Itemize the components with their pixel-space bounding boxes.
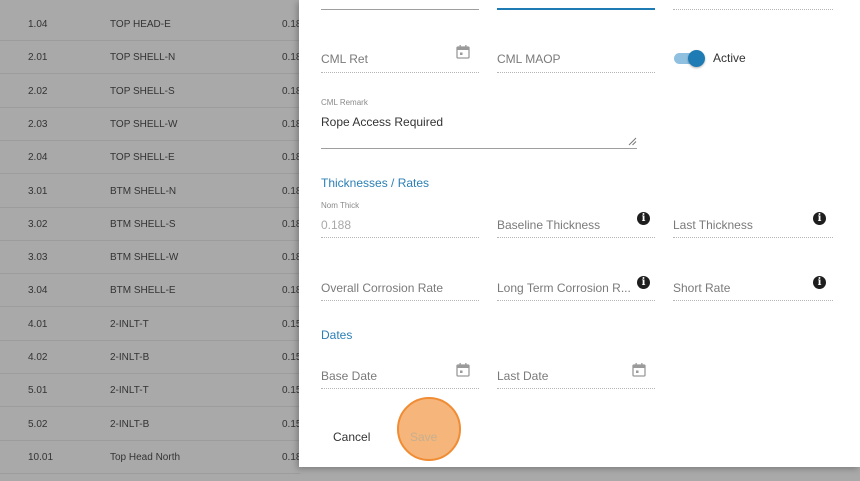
table-cell-id: 3.02 xyxy=(28,218,48,230)
cml-remark-textarea[interactable]: CML Remark Rope Access Required xyxy=(321,96,637,149)
info-icon[interactable]: i xyxy=(637,276,650,289)
table-row[interactable]: 5.01 2-INLT-T 0.15 xyxy=(0,373,301,408)
table-cell-id: 5.02 xyxy=(28,418,48,430)
last-thickness-field[interactable]: Last Thickness i xyxy=(673,198,833,238)
table-row[interactable]: 3.04 BTM SHELL-E 0.18 xyxy=(0,273,301,308)
table-cell-name: TOP SHELL-W xyxy=(110,118,178,130)
nom-thick-label: Nom Thick xyxy=(321,201,360,210)
resize-handle-icon[interactable] xyxy=(628,137,637,146)
overall-corrosion-rate-field[interactable]: Overall Corrosion Rate xyxy=(321,262,479,301)
table-cell-name: BTM SHELL-W xyxy=(110,252,179,264)
last-date-field[interactable]: Last Date xyxy=(497,353,655,389)
active-label: Active xyxy=(713,51,746,65)
table-cell-id: 2.04 xyxy=(28,152,48,164)
table-cell-name: Top Head North xyxy=(110,451,181,463)
table-cell-name: TOP SHELL-N xyxy=(110,52,176,64)
table-cell-id: 2.02 xyxy=(28,85,48,97)
cml-edit-dialog: CML Ret CML MAOP Active CML Remark Rope … xyxy=(299,0,860,467)
nom-thick-value: 0.188 xyxy=(321,218,352,232)
thickness-section-title: Thicknesses / Rates xyxy=(321,176,430,190)
overall-corrosion-rate-label: Overall Corrosion Rate xyxy=(321,281,444,295)
cml-maop-field[interactable]: CML MAOP xyxy=(497,38,655,73)
last-date-label: Last Date xyxy=(497,369,549,383)
table-row[interactable]: 2.02 TOP SHELL-S 0.18 xyxy=(0,74,301,108)
table-row[interactable]: 5.02 2-INLT-B 0.15 xyxy=(0,407,301,441)
table-cell-id: 2.03 xyxy=(28,118,48,130)
cml-remark-value: Rope Access Required xyxy=(321,115,444,129)
table-cell-name: BTM SHELL-N xyxy=(110,185,177,197)
table-cell-name: 2-INLT-T xyxy=(110,385,149,397)
table-row[interactable]: 3.02 BTM SHELL-S 0.18 xyxy=(0,207,301,241)
table-cell-name: 2-INLT-T xyxy=(110,318,149,330)
active-toggle-thumb[interactable] xyxy=(688,50,705,67)
table-cell-id: 3.04 xyxy=(28,285,48,297)
table-cell-name: 2-INLT-B xyxy=(110,352,150,363)
click-highlight xyxy=(397,397,461,461)
base-date-label: Base Date xyxy=(321,369,378,383)
long-term-corrosion-rate-label: Long Term Corrosion R... xyxy=(497,281,631,295)
table-row[interactable]: 3.01 BTM SHELL-N 0.18 xyxy=(0,174,301,208)
info-icon[interactable]: i xyxy=(813,276,826,289)
table-row[interactable]: 10.01 Top Head North 0.18 xyxy=(0,440,301,474)
table-cell-name: 2-INLT-B xyxy=(110,418,150,430)
table-cell-id: 10.01 xyxy=(28,451,54,463)
table-cell-id: 1.04 xyxy=(28,19,48,30)
calendar-icon[interactable] xyxy=(455,362,471,378)
cancel-button[interactable]: Cancel xyxy=(333,430,370,444)
base-date-field[interactable]: Base Date xyxy=(321,353,479,389)
baseline-thickness-label: Baseline Thickness xyxy=(497,218,601,232)
calendar-icon[interactable] xyxy=(631,362,647,378)
calendar-icon[interactable] xyxy=(455,44,471,60)
table-cell-name: TOP SHELL-S xyxy=(110,85,175,97)
top-field-3[interactable] xyxy=(673,0,833,10)
nom-thick-field[interactable]: Nom Thick 0.188 xyxy=(321,198,479,238)
top-field-1[interactable] xyxy=(321,0,479,10)
table-cell-name: BTM SHELL-S xyxy=(110,218,176,230)
table-cell-id: 3.01 xyxy=(28,185,48,197)
table-cell-id: 3.03 xyxy=(28,252,48,264)
table-row[interactable]: 4.02 2-INLT-B 0.15 xyxy=(0,340,301,374)
last-thickness-label: Last Thickness xyxy=(673,218,753,232)
table-cell-name: TOP SHELL-E xyxy=(110,152,175,164)
info-icon[interactable]: i xyxy=(813,212,826,225)
top-field-2[interactable] xyxy=(497,0,655,10)
cml-maop-label: CML MAOP xyxy=(497,52,561,66)
short-rate-field[interactable]: Short Rate i xyxy=(673,262,833,301)
table-cell-name: BTM SHELL-E xyxy=(110,285,176,297)
table-row[interactable]: 3.03 BTM SHELL-W 0.18 xyxy=(0,240,301,275)
cml-ret-label: CML Ret xyxy=(321,52,368,66)
table-row[interactable]: 1.04 TOP HEAD-E 0.18 xyxy=(0,7,301,41)
cml-ret-field[interactable]: CML Ret xyxy=(321,38,479,73)
table-cell-id: 5.01 xyxy=(28,385,48,397)
table-row[interactable]: 2.04 TOP SHELL-E 0.18 xyxy=(0,140,301,175)
save-button[interactable]: Save xyxy=(410,430,437,444)
table-row[interactable]: 2.01 TOP SHELL-N 0.18 xyxy=(0,40,301,75)
table-cell-id: 2.01 xyxy=(28,52,48,64)
table-cell-id: 4.02 xyxy=(28,352,48,363)
info-icon[interactable]: i xyxy=(637,212,650,225)
cml-remark-label: CML Remark xyxy=(321,98,368,107)
long-term-corrosion-rate-field[interactable]: Long Term Corrosion R... i xyxy=(497,262,655,301)
table-row[interactable]: 2.03 TOP SHELL-W 0.18 xyxy=(0,107,301,141)
table-cell-id: 4.01 xyxy=(28,318,48,330)
table-row[interactable]: 4.01 2-INLT-T 0.15 xyxy=(0,307,301,341)
short-rate-label: Short Rate xyxy=(673,281,731,295)
table-cell-name: TOP HEAD-E xyxy=(110,19,171,30)
baseline-thickness-field[interactable]: Baseline Thickness i xyxy=(497,198,655,238)
dates-section-title: Dates xyxy=(321,328,353,342)
cml-table: 1.04 TOP HEAD-E 0.18 2.01 TOP SHELL-N 0.18 2.0… xyxy=(0,0,301,481)
